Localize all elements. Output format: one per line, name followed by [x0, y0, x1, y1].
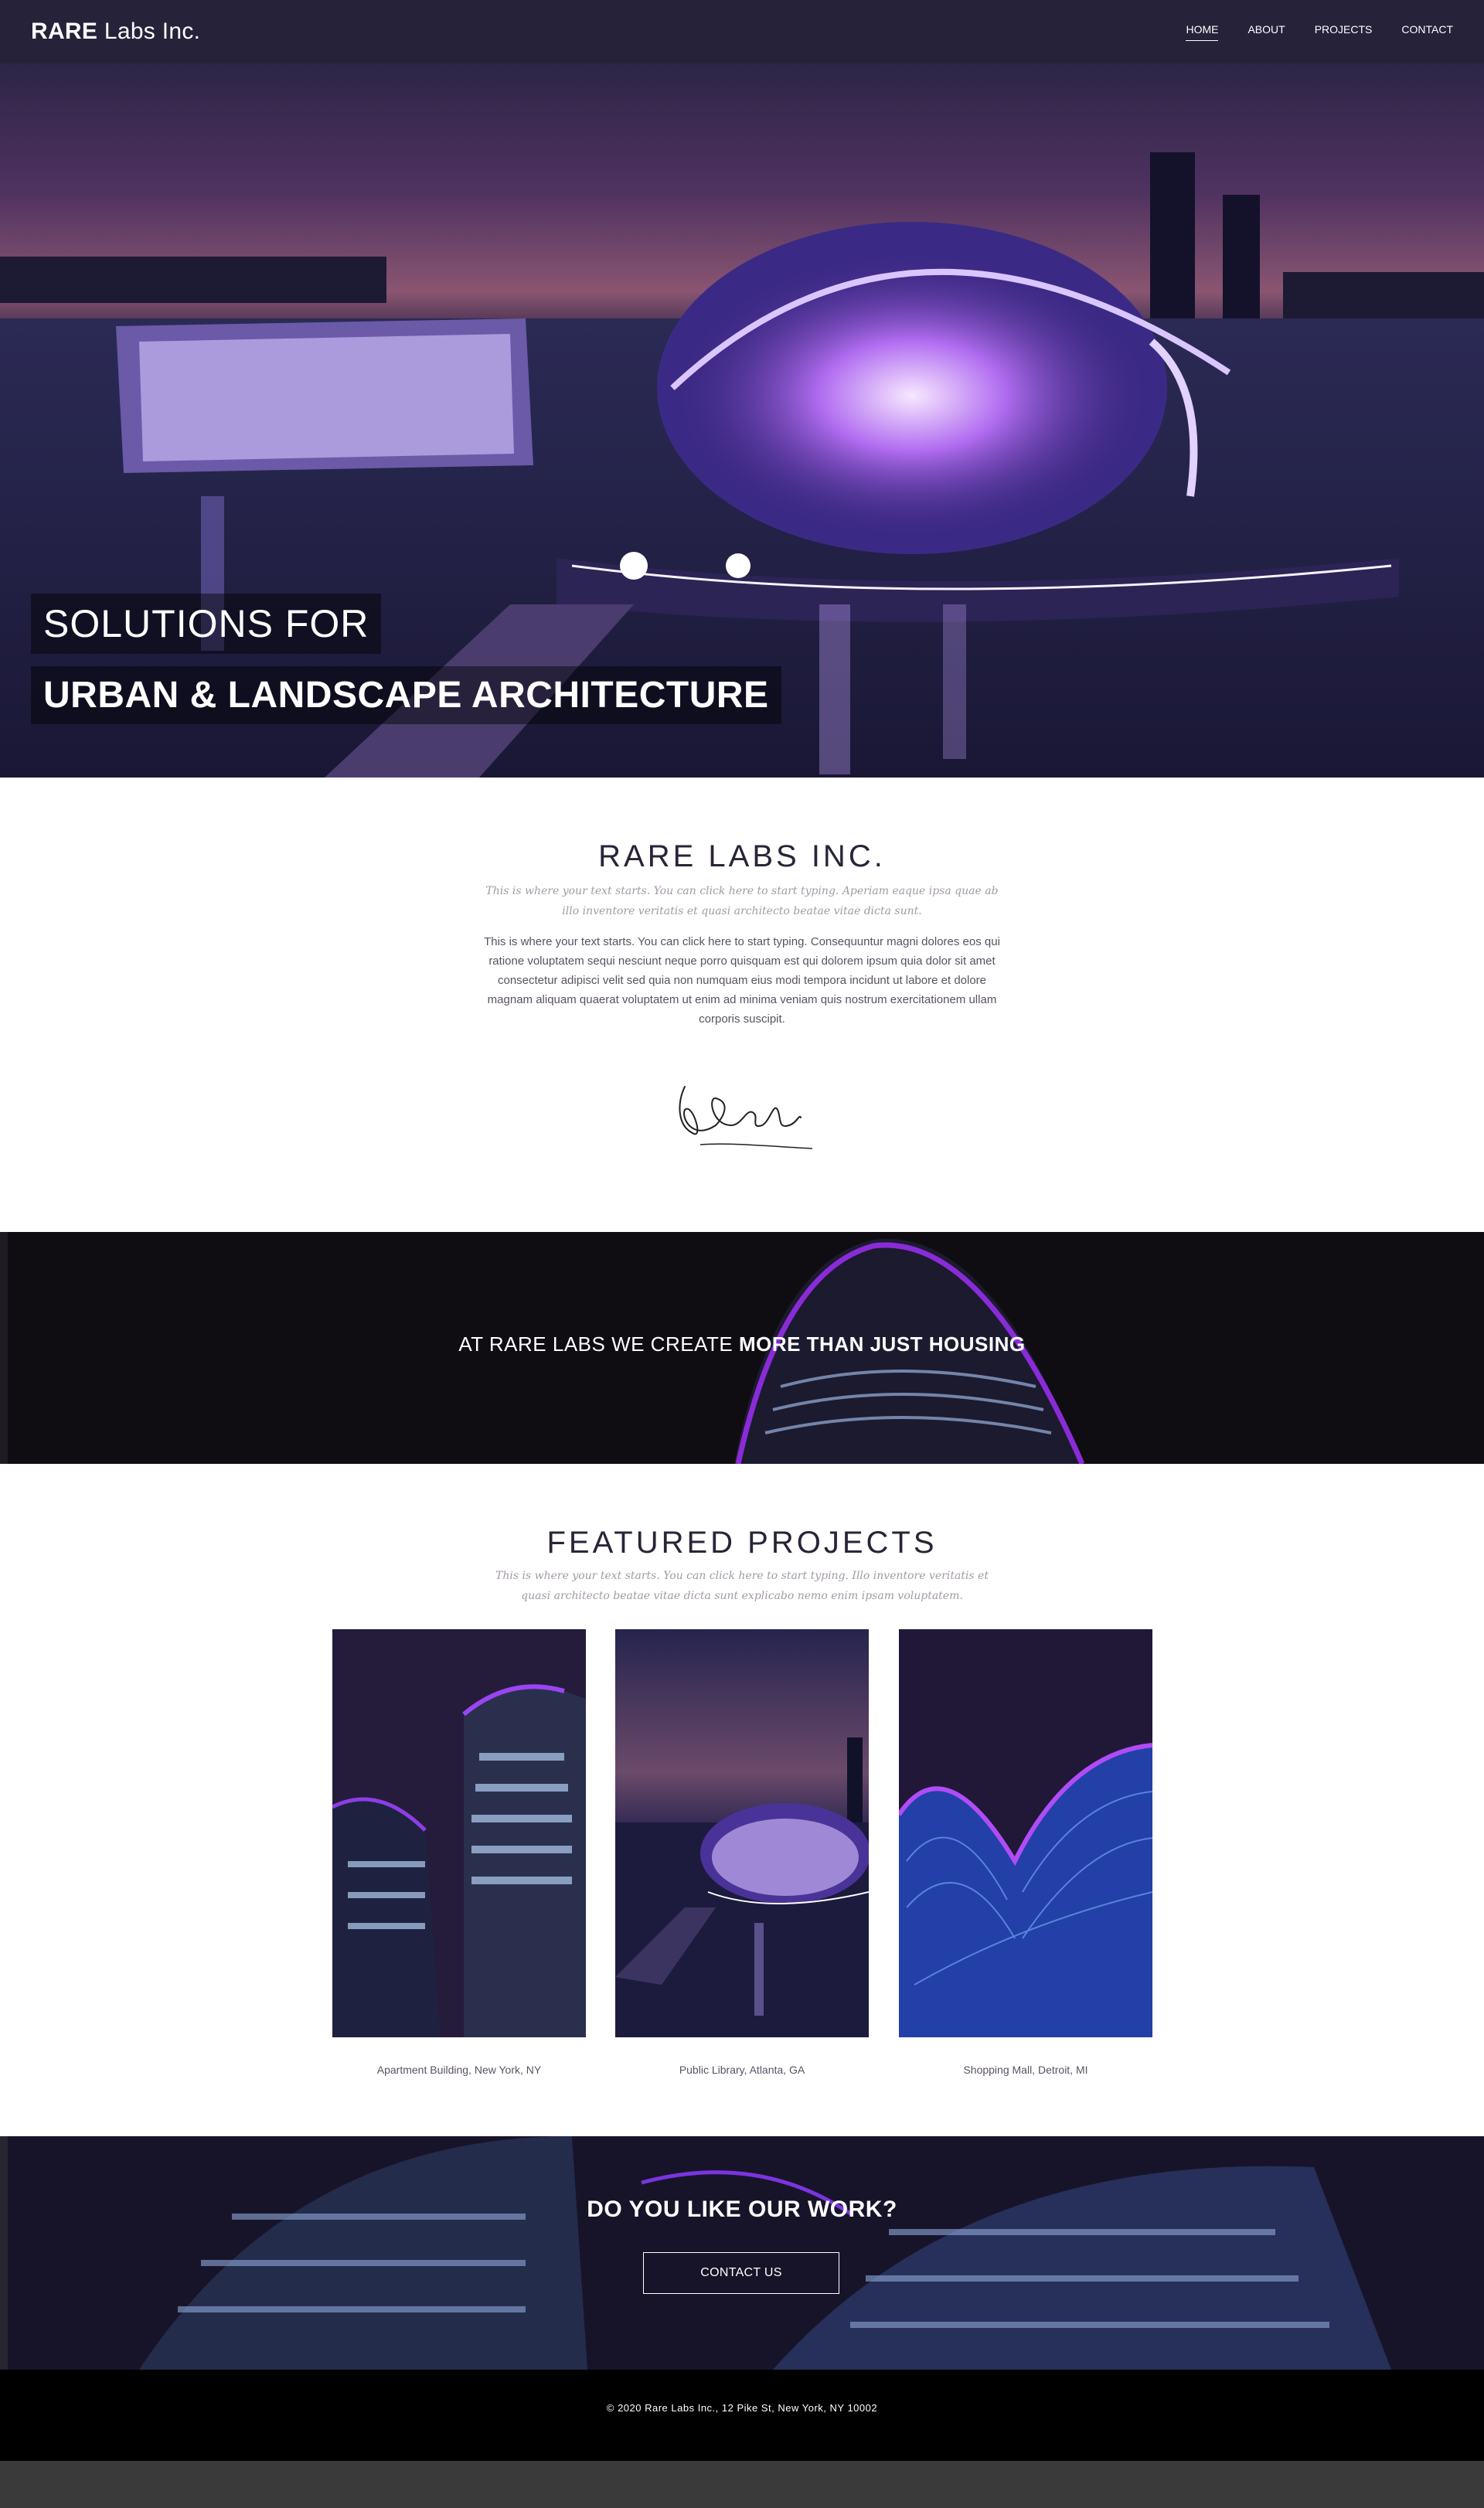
- project-card[interactable]: Shopping Mall, Detroit, MI: [899, 1629, 1152, 2076]
- project-caption: Public Library, Atlanta, GA: [679, 2064, 805, 2076]
- logo-bold-text: RARE: [31, 19, 98, 44]
- project-image-apartment[interactable]: [332, 1629, 586, 2037]
- nav-about[interactable]: ABOUT: [1247, 23, 1285, 41]
- contact-us-button[interactable]: CONTACT US: [643, 2252, 839, 2294]
- bottom-bar: [0, 2461, 1484, 2508]
- featured-title: FEATURED PROJECTS: [546, 1526, 938, 1560]
- project-image-mall[interactable]: [899, 1629, 1152, 2037]
- nav-home[interactable]: HOME: [1186, 23, 1219, 41]
- featured-projects-section: FEATURED PROJECTS This is where your tex…: [0, 1464, 1484, 2136]
- nav-projects[interactable]: PROJECTS: [1315, 23, 1373, 41]
- site-header: RARE Labs Inc. HOME ABOUT PROJECTS CONTA…: [0, 0, 1484, 63]
- tagline-band: AT RARE LABS WE CREATE MORE THAN JUST HO…: [0, 1232, 1484, 1464]
- project-caption: Shopping Mall, Detroit, MI: [963, 2064, 1088, 2076]
- project-image-library[interactable]: [615, 1629, 869, 2037]
- project-card[interactable]: Apartment Building, New York, NY: [332, 1629, 586, 2076]
- cta-title: DO YOU LIKE OUR WORK?: [587, 2197, 897, 2222]
- logo-rest-text: Labs Inc.: [97, 19, 201, 44]
- nav-contact[interactable]: CONTACT: [1401, 23, 1453, 41]
- signature-image: [679, 1086, 813, 1149]
- footer-copyright: © 2020 Rare Labs Inc., 12 Pike St, New Y…: [606, 2402, 878, 2414]
- hero-headline-line1: SOLUTIONS FOR: [31, 594, 382, 654]
- main-nav: HOME ABOUT PROJECTS CONTACT: [1186, 23, 1453, 41]
- site-logo[interactable]: RARE Labs Inc.: [31, 19, 200, 45]
- intro-body: This is where your text starts. You can …: [484, 935, 1000, 1026]
- intro-section: RARE LABS INC. This is where your text s…: [0, 778, 1484, 1232]
- site-footer: © 2020 Rare Labs Inc., 12 Pike St, New Y…: [0, 2370, 1484, 2461]
- tagline-text: AT RARE LABS WE CREATE MORE THAN JUST HO…: [0, 1332, 1484, 1356]
- tagline-bold: MORE THAN JUST HOUSING: [738, 1332, 1026, 1356]
- cta-band: DO YOU LIKE OUR WORK? CONTACT US: [0, 2136, 1484, 2370]
- tagline-normal: AT RARE LABS WE CREATE: [458, 1332, 739, 1356]
- hero-headline-line2: URBAN & LANDSCAPE ARCHITECTURE: [31, 666, 781, 724]
- featured-subtitle: This is where your text starts. You can …: [495, 1570, 989, 1602]
- hero-section: SOLUTIONS FOR URBAN & LANDSCAPE ARCHITEC…: [0, 63, 1484, 778]
- intro-title: RARE LABS INC.: [598, 839, 886, 873]
- project-card[interactable]: Public Library, Atlanta, GA: [615, 1629, 869, 2076]
- intro-subtitle: This is where your text starts. You can …: [485, 885, 999, 917]
- project-caption: Apartment Building, New York, NY: [376, 2064, 542, 2076]
